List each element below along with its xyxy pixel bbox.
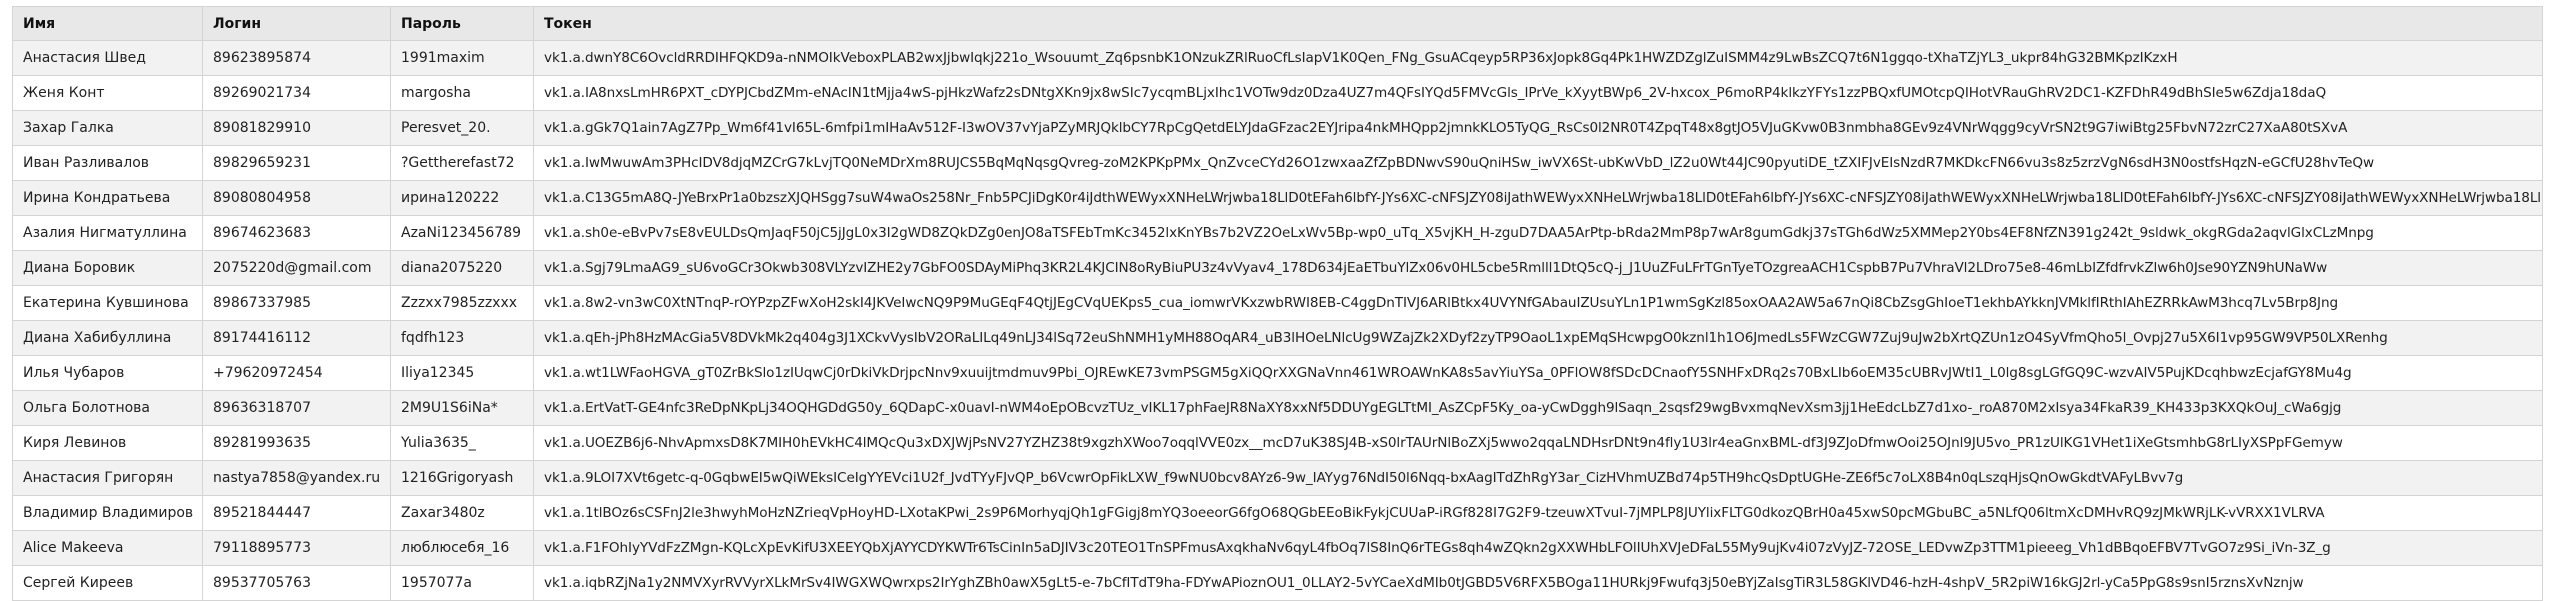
cell-name[interactable]: Сергей Киреев	[12, 565, 203, 601]
cell-token[interactable]: vk1.a.IA8nxsLmHR6PXT_cDYPJCbdZMm-eNAcIN1…	[533, 75, 2543, 111]
cell-password[interactable]: Zzzxx7985zzxxx	[390, 285, 534, 321]
table-row[interactable]: Киря Левинов 89281993635 Yulia3635_ vk1.a.U…	[12, 425, 2543, 461]
cell-token[interactable]: vk1.a.qEh-jPh8HzMAcGia5V8DVkMk2q404g3J1X…	[533, 320, 2543, 356]
cell-name[interactable]: Азалия Нигматуллина	[12, 215, 203, 251]
cell-login[interactable]: 89269021734	[202, 75, 391, 111]
table-row[interactable]: Илья Чубаров +79620972454 Iliya12345 vk1.a.…	[12, 355, 2543, 391]
cell-login[interactable]: nastya7858@yandex.ru	[202, 460, 391, 496]
cell-login[interactable]: 89674623683	[202, 215, 391, 251]
cell-name[interactable]: Ирина Кондратьева	[12, 180, 203, 216]
cell-token[interactable]: vk1.a.IwMwuwAm3PHcIDV8djqMZCrG7kLvjTQ0Ne…	[533, 145, 2543, 181]
cell-token[interactable]: vk1.a.iqbRZjNa1y2NMVXyrRVVyrXLkMrSv4IWGX…	[533, 565, 2543, 601]
column-header-name[interactable]: Имя	[12, 6, 203, 41]
cell-password[interactable]: AzaNi123456789	[390, 215, 534, 251]
cell-token[interactable]: vk1.a.C13G5mA8Q-JYeBrxPr1a0bzszXJQHSgg7s…	[533, 180, 2543, 216]
cell-token[interactable]: vk1.a.gGk7Q1ain7AgZ7Pp_Wm6f41vI65L-6mfpi…	[533, 110, 2543, 146]
table-row[interactable]: Сергей Киреев 89537705763 1957077a vk1.a.iq…	[12, 565, 2543, 601]
cell-password[interactable]: margosha	[390, 75, 534, 111]
cell-token[interactable]: vk1.a.F1FOhIyYVdFzZMgn-KQLcXpEvKifU3XEEY…	[533, 530, 2543, 566]
cell-login[interactable]: 89174416112	[202, 320, 391, 356]
cell-name[interactable]: Женя Конт	[12, 75, 203, 111]
cell-login[interactable]: 89521844447	[202, 495, 391, 531]
cell-password[interactable]: Peresvet_20.	[390, 110, 534, 146]
cell-token[interactable]: vk1.a.UOEZB6j6-NhvApmxsD8K7MIH0hEVkHC4lM…	[533, 425, 2543, 461]
table-header: Имя Логин Пароль Токен	[12, 6, 2543, 41]
cell-password[interactable]: 1991maxim	[390, 40, 534, 76]
cell-name[interactable]: Анастасия Григорян	[12, 460, 203, 496]
cell-login[interactable]: 2075220d@gmail.com	[202, 250, 391, 286]
cell-password[interactable]: diana2075220	[390, 250, 534, 286]
table-row[interactable]: Alice Makeeva 79118895773 люблюсебя_16 vk1.…	[12, 530, 2543, 566]
cell-name[interactable]: Диана Боровик	[12, 250, 203, 286]
accounts-table-container: Имя Логин Пароль Токен Анастасия Швед 896…	[12, 6, 2543, 601]
cell-password[interactable]: ?Gettherefast72	[390, 145, 534, 181]
cell-login[interactable]: 89537705763	[202, 565, 391, 601]
cell-name[interactable]: Alice Makeeva	[12, 530, 203, 566]
table-row[interactable]: Анастасия Швед 89623895874 1991maxim vk1.a.…	[12, 40, 2543, 76]
cell-token[interactable]: vk1.a.ErtVatT-GE4nfc3ReDpNKpLj34OQHGDdG5…	[533, 390, 2543, 426]
cell-password[interactable]: 1216Grigoryash	[390, 460, 534, 496]
table-body: Анастасия Швед 89623895874 1991maxim vk1.a.…	[12, 40, 2543, 601]
table-row[interactable]: Ольга Болотнова 89636318707 2M9U1S6iNa* vk1…	[12, 390, 2543, 426]
cell-token[interactable]: vk1.a.sh0e-eBvPv7sE8vEULDsQmJaqF50jC5jJg…	[533, 215, 2543, 251]
cell-password[interactable]: Zaxar3480z	[390, 495, 534, 531]
cell-password[interactable]: Iliya12345	[390, 355, 534, 391]
table-row[interactable]: Ирина Кондратьева 89080804958 ирина120222 v…	[12, 180, 2543, 216]
cell-password[interactable]: 2M9U1S6iNa*	[390, 390, 534, 426]
cell-name[interactable]: Анастасия Швед	[12, 40, 203, 76]
cell-login[interactable]: 89867337985	[202, 285, 391, 321]
table-row[interactable]: Иван Разливалов 89829659231 ?Gettherefast7…	[12, 145, 2543, 181]
column-header-login[interactable]: Логин	[202, 6, 391, 41]
cell-token[interactable]: vk1.a.Sgj79LmaAG9_sU6voGCr3Okwb308VLYzvI…	[533, 250, 2543, 286]
accounts-table: Имя Логин Пароль Токен Анастасия Швед 896…	[12, 6, 2543, 601]
cell-token[interactable]: vk1.a.1tlBOz6sCSFnJ2le3hwyhMoHzNZrieqVpH…	[533, 495, 2543, 531]
cell-token[interactable]: vk1.a.8w2-vn3wC0XtNTnqP-rOYPzpZFwXoH2skI…	[533, 285, 2543, 321]
table-row[interactable]: Анастасия Григорян nastya7858@yandex.ru 12…	[12, 460, 2543, 496]
table-row[interactable]: Захар Галка 89081829910 Peresvet_20. vk1.a.…	[12, 110, 2543, 146]
cell-login[interactable]: 79118895773	[202, 530, 391, 566]
cell-name[interactable]: Диана Хабибуллина	[12, 320, 203, 356]
cell-name[interactable]: Иван Разливалов	[12, 145, 203, 181]
cell-login[interactable]: 89829659231	[202, 145, 391, 181]
header-row: Имя Логин Пароль Токен	[12, 6, 2543, 41]
cell-login[interactable]: 89080804958	[202, 180, 391, 216]
table-row[interactable]: Женя Конт 89269021734 margosha vk1.a.IA8nxs…	[12, 75, 2543, 111]
cell-token[interactable]: vk1.a.9LOI7XVt6getc-q-0GqbwEI5wQiWEksICe…	[533, 460, 2543, 496]
cell-token[interactable]: vk1.a.dwnY8C6OvcldRRDIHFQKD9a-nNMOIkVebo…	[533, 40, 2543, 76]
cell-password[interactable]: fqdfh123	[390, 320, 534, 356]
cell-token[interactable]: vk1.a.wt1LWFaoHGVA_gT0ZrBkSlo1zIUqwCj0rD…	[533, 355, 2543, 391]
cell-name[interactable]: Захар Галка	[12, 110, 203, 146]
cell-login[interactable]: +79620972454	[202, 355, 391, 391]
table-row[interactable]: Екатерина Кувшинова 89867337985 Zzzxx7985z…	[12, 285, 2543, 321]
cell-login[interactable]: 89281993635	[202, 425, 391, 461]
table-row[interactable]: Диана Боровик 2075220d@gmail.com diana2075…	[12, 250, 2543, 286]
cell-login[interactable]: 89636318707	[202, 390, 391, 426]
table-row[interactable]: Владимир Владимиров 89521844447 Zaxar3480z…	[12, 495, 2543, 531]
cell-name[interactable]: Ольга Болотнова	[12, 390, 203, 426]
cell-name[interactable]: Владимир Владимиров	[12, 495, 203, 531]
cell-login[interactable]: 89081829910	[202, 110, 391, 146]
cell-login[interactable]: 89623895874	[202, 40, 391, 76]
column-header-token[interactable]: Токен	[533, 6, 2543, 41]
cell-name[interactable]: Киря Левинов	[12, 425, 203, 461]
cell-name[interactable]: Илья Чубаров	[12, 355, 203, 391]
table-row[interactable]: Азалия Нигматуллина 89674623683 AzaNi12345…	[12, 215, 2543, 251]
cell-password[interactable]: ирина120222	[390, 180, 534, 216]
column-header-password[interactable]: Пароль	[390, 6, 534, 41]
cell-password[interactable]: люблюсебя_16	[390, 530, 534, 566]
cell-password[interactable]: Yulia3635_	[390, 425, 534, 461]
table-row[interactable]: Диана Хабибуллина 89174416112 fqdfh123 vk1.…	[12, 320, 2543, 356]
cell-password[interactable]: 1957077a	[390, 565, 534, 601]
cell-name[interactable]: Екатерина Кувшинова	[12, 285, 203, 321]
